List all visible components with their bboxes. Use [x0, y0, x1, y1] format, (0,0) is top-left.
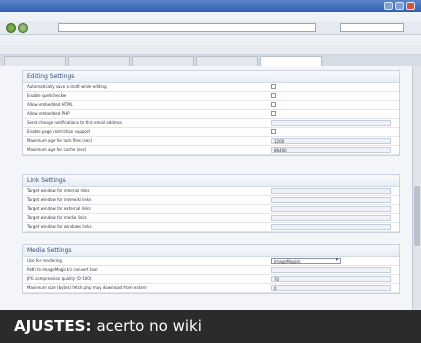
setting-checkbox[interactable] [271, 84, 276, 89]
setting-row: Target window for interwiki links [23, 196, 399, 205]
setting-label: Automatically save a draft while editing [27, 84, 107, 89]
config-page: Editing Settings Automatically save a dra… [0, 66, 412, 310]
setting-label: Enable page restriction support [27, 129, 91, 134]
setting-label: Path to ImageMagick's convert tool [27, 267, 98, 272]
browser-tab-active[interactable] [260, 56, 322, 66]
setting-input[interactable] [271, 267, 391, 273]
browser-tab[interactable] [196, 56, 258, 66]
setting-row: Maximum age for lock files (sec) 1200 [23, 137, 399, 146]
window-controls [384, 2, 415, 10]
setting-checkbox[interactable] [271, 129, 276, 134]
setting-label: Maximum age for lock files (sec) [27, 138, 93, 143]
setting-row: Target window for internal links [23, 187, 399, 196]
setting-row: Enable spellchecker [23, 92, 399, 101]
scroll-thumb[interactable] [414, 186, 420, 246]
setting-row: Target window for external links [23, 205, 399, 214]
setting-row: Allow embedded PHP [23, 110, 399, 119]
setting-input[interactable] [271, 206, 391, 212]
setting-row: JPG compression quality (0-100) 70 [23, 275, 399, 284]
setting-input[interactable]: 70 [271, 276, 391, 282]
setting-label: Target window for external links [27, 206, 91, 211]
setting-label: Allow embedded HTML [27, 102, 73, 107]
section-title: Media Settings [23, 245, 399, 257]
screenshot-photo: Editing Settings Automatically save a dra… [0, 0, 421, 310]
setting-input[interactable] [271, 197, 391, 203]
setting-row: Enable page restriction support [23, 128, 399, 137]
caption-text: acerto no wiki [96, 317, 202, 335]
setting-label: Target window for internal links [27, 188, 90, 193]
search-toolbar [0, 45, 421, 55]
setting-checkbox[interactable] [271, 93, 276, 98]
setting-input[interactable]: 0 [271, 285, 391, 291]
back-icon[interactable] [6, 23, 16, 33]
section-title: Link Settings [23, 175, 399, 187]
editing-settings-section: Editing Settings Automatically save a dra… [22, 70, 400, 156]
setting-input[interactable] [271, 188, 391, 194]
setting-input[interactable] [271, 215, 391, 221]
page-scrollbar[interactable] [412, 66, 421, 310]
setting-row: Target window for windows links [23, 223, 399, 232]
setting-label: Allow embedded PHP [27, 111, 70, 116]
browser-tab[interactable] [4, 56, 66, 66]
media-settings-section: Media Settings Use for rendering ImageMagi… [22, 244, 400, 294]
setting-input[interactable]: 86400 [271, 147, 391, 153]
setting-label: Target window for interwiki links [27, 197, 92, 202]
setting-label: Send change notifications to this email … [27, 120, 123, 125]
setting-row: Automatically save a draft while editing [23, 83, 399, 92]
setting-label: Maximum size (bytes) fetch.php may downl… [27, 285, 147, 290]
search-input[interactable] [340, 23, 404, 32]
setting-row: Path to ImageMagick's convert tool [23, 266, 399, 275]
bookmarks-toolbar [0, 35, 421, 45]
setting-row: Use for rendering ImageMagick [23, 257, 399, 266]
close-button[interactable] [406, 2, 415, 10]
photo-caption: AJUSTES: acerto no wiki [0, 310, 421, 343]
setting-row: Maximum size (bytes) fetch.php may downl… [23, 284, 399, 293]
setting-row: Target window for media links [23, 214, 399, 223]
setting-input[interactable] [271, 224, 391, 230]
maximize-button[interactable] [395, 2, 404, 10]
setting-select[interactable]: ImageMagick [271, 258, 341, 264]
setting-row: Maximum age for cache (sec) 86400 [23, 146, 399, 155]
setting-row: Allow embedded HTML [23, 101, 399, 110]
setting-label: Maximum age for cache (sec) [27, 147, 87, 152]
forward-icon[interactable] [18, 23, 28, 33]
menu-bar [0, 12, 421, 21]
setting-label: Enable spellchecker [27, 93, 67, 98]
link-settings-section: Link Settings Target window for internal … [22, 174, 400, 233]
caption-lead: AJUSTES: [14, 317, 92, 335]
setting-label: Target window for windows links [27, 224, 92, 229]
setting-input[interactable]: 1200 [271, 138, 391, 144]
setting-label: Target window for media links [27, 215, 87, 220]
navigation-toolbar [0, 21, 421, 35]
minimize-button[interactable] [384, 2, 393, 10]
window-titlebar [0, 0, 421, 12]
setting-input[interactable] [271, 120, 391, 126]
section-title: Editing Settings [23, 71, 399, 83]
browser-tab[interactable] [132, 56, 194, 66]
tab-strip [0, 55, 421, 66]
setting-row: Send change notifications to this email … [23, 119, 399, 128]
browser-tab[interactable] [68, 56, 130, 66]
setting-checkbox[interactable] [271, 102, 276, 107]
setting-checkbox[interactable] [271, 111, 276, 116]
setting-label: JPG compression quality (0-100) [27, 276, 92, 281]
setting-label: Use for rendering [27, 258, 62, 263]
address-bar[interactable] [58, 23, 316, 32]
